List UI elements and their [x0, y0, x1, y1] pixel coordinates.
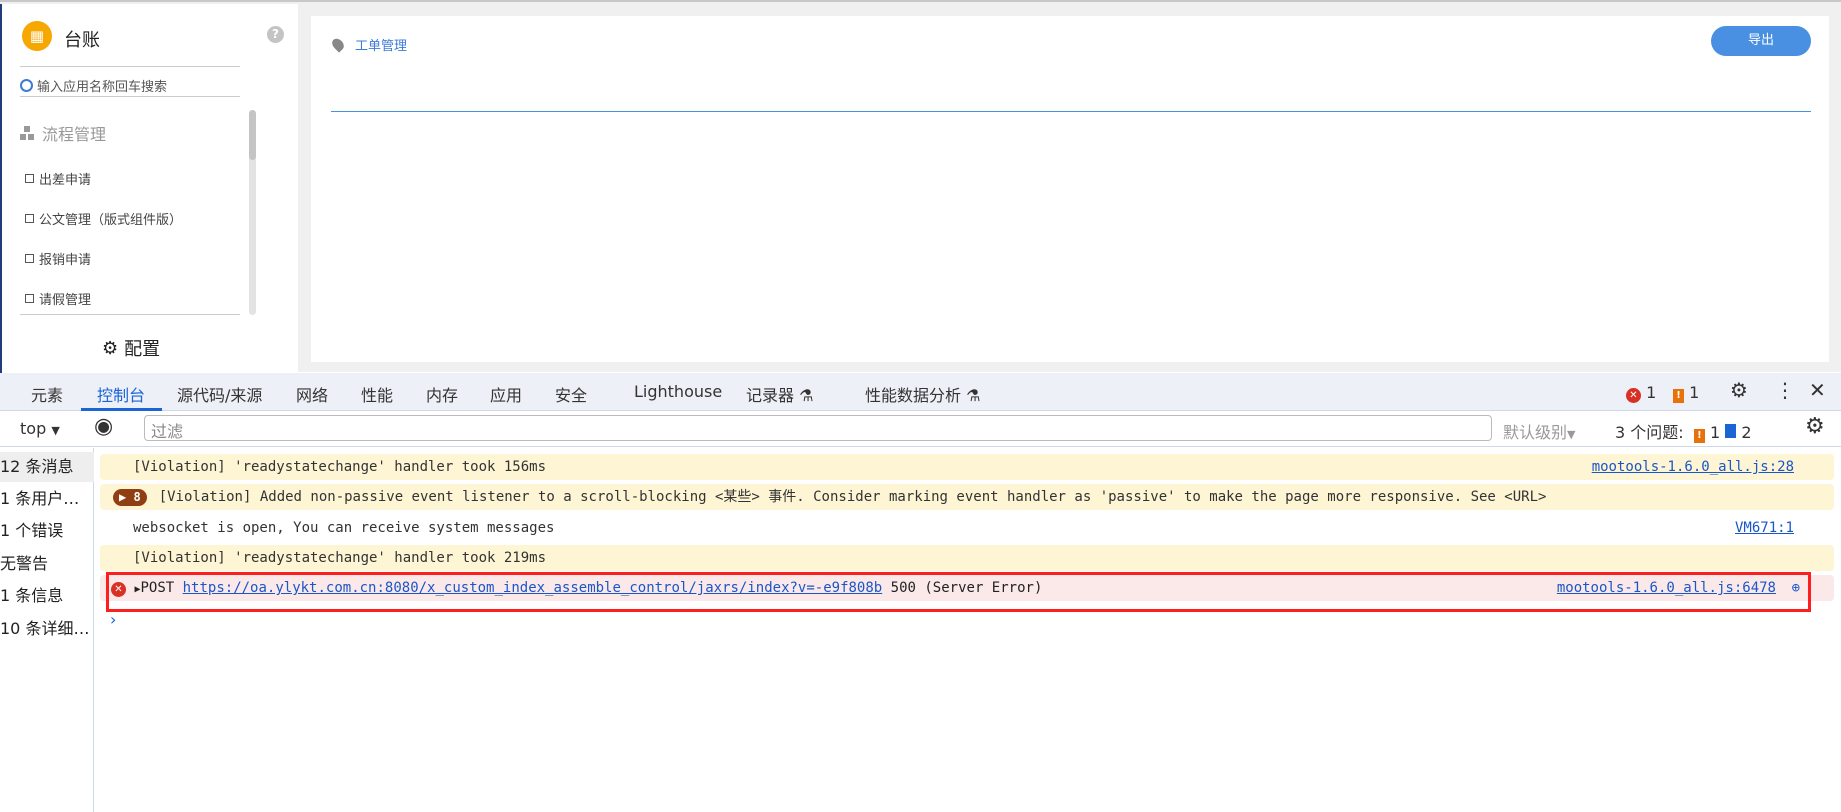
sidebar-user-messages[interactable]: 1 条用户消息: [0, 484, 94, 514]
app-search-input[interactable]: 输入应用名称回车搜索: [20, 76, 240, 95]
item-label: 出差申请: [39, 173, 92, 188]
log-level-selector[interactable]: 默认级别▼: [1503, 419, 1575, 443]
console-message-warning: ▶ 8 [Violation] Added non-passive event l…: [100, 484, 1834, 510]
group-process-management[interactable]: 流程管理: [20, 121, 106, 145]
scrollbar-thumb[interactable]: [249, 110, 256, 160]
sidebar-warnings[interactable]: 无警告: [0, 549, 94, 579]
error-counter[interactable]: ✕ 1: [1626, 383, 1656, 403]
sidebar-verbose[interactable]: 10 条详细消息: [0, 614, 94, 644]
search-placeholder: 输入应用名称回车搜索: [37, 80, 168, 95]
log-level-label: 默认级别: [1503, 423, 1568, 442]
item-label: 报销申请: [39, 253, 92, 268]
message-text: [Violation] Added non-passive event list…: [158, 489, 1547, 505]
message-text: websocket is open, You can receive syste…: [133, 520, 555, 536]
issues-button[interactable]: 3 个问题: ! 1 2: [1615, 419, 1752, 443]
checkbox-icon: [25, 254, 34, 263]
highlight-box: [106, 572, 1811, 612]
issues-info-count: 2: [1741, 423, 1752, 442]
console-message-warning: [Violation] 'readystatechange' handler t…: [100, 545, 1834, 571]
sidebar-all-messages[interactable]: 12 条消息: [0, 452, 94, 482]
context-selector[interactable]: top ▼: [20, 419, 60, 438]
breadcrumb-item[interactable]: 工单管理: [355, 35, 407, 54]
warning-count: 1: [1689, 383, 1700, 402]
context-label: top: [20, 419, 47, 438]
sidebar-scrollbar[interactable]: [249, 110, 256, 315]
tab-recorder[interactable]: 记录器 ⚗: [746, 382, 813, 406]
breadcrumb: 工单管理: [329, 35, 407, 54]
app-item[interactable]: 报销申请: [25, 249, 91, 268]
close-icon[interactable]: ✕: [1809, 378, 1826, 402]
tab-network[interactable]: 网络: [296, 382, 328, 406]
console-message-info: websocket is open, You can receive syste…: [100, 515, 1834, 541]
error-icon: ✕: [1626, 388, 1641, 403]
info-message-icon: [1725, 424, 1737, 438]
eye-icon[interactable]: ◉: [94, 414, 113, 439]
console-prompt[interactable]: ›: [110, 610, 116, 629]
item-label: 请假管理: [39, 293, 92, 308]
divider: [20, 314, 240, 315]
divider: [331, 111, 1811, 112]
group-label: 流程管理: [42, 125, 107, 144]
checkbox-icon: [25, 174, 34, 183]
settings-gear-icon[interactable]: ⚙: [1730, 378, 1748, 402]
app-sidebar: ▦ 台账 ? 输入应用名称回车搜索 流程管理 出差申请 公文管理（版式组件版） …: [0, 4, 298, 374]
dropdown-arrow-icon: ▼: [1567, 428, 1576, 441]
source-link[interactable]: mootools-1.6.0_all.js:28: [1592, 454, 1794, 480]
tab-performance[interactable]: 性能: [361, 382, 393, 406]
filter-input[interactable]: 过滤: [144, 415, 1492, 441]
warning-icon: !: [1693, 429, 1705, 443]
message-text: [Violation] 'readystatechange' handler t…: [133, 550, 547, 566]
tab-lighthouse[interactable]: Lighthouse: [634, 382, 722, 401]
checkbox-icon: [25, 294, 34, 303]
divider: [20, 66, 240, 67]
divider: [20, 96, 240, 97]
blocks-icon: [20, 126, 34, 140]
web-page: ▦ 台账 ? 输入应用名称回车搜索 流程管理 出差申请 公文管理（版式组件版） …: [0, 0, 1841, 374]
console-toolbar: top ▼ ◉ 过滤 默认级别▼ 3 个问题: ! 1 2 ⚙: [0, 411, 1841, 447]
item-label: 公文管理（版式组件版）: [39, 213, 183, 228]
console-message-warning: [Violation] 'readystatechange' handler t…: [100, 454, 1834, 480]
tab-sources[interactable]: 源代码/来源: [177, 382, 262, 406]
app-logo-icon: ▦: [22, 21, 52, 51]
console-sidebar: 12 条消息 1 条用户消息 1 个错误 无警告 1 条信息 10 条详细消息: [0, 448, 94, 812]
tab-security[interactable]: 安全: [555, 382, 587, 406]
issues-warning-count: 1: [1709, 423, 1721, 442]
tab-console[interactable]: 控制台: [97, 382, 145, 406]
gear-icon: ⚙: [102, 337, 119, 359]
app-item[interactable]: 请假管理: [25, 289, 91, 308]
main-panel: 工单管理 导出: [311, 16, 1829, 362]
message-text: [Violation] 'readystatechange' handler t…: [133, 459, 547, 475]
source-link[interactable]: VM671:1: [1735, 515, 1794, 541]
app-item[interactable]: 公文管理（版式组件版）: [25, 209, 182, 228]
dropdown-arrow-icon: ▼: [51, 424, 60, 437]
tab-performance-insights[interactable]: 性能数据分析 ⚗: [865, 382, 980, 406]
tab-elements[interactable]: 元素: [31, 382, 63, 406]
checkbox-icon: [25, 214, 34, 223]
export-button[interactable]: 导出: [1711, 26, 1811, 56]
tab-application[interactable]: 应用: [490, 382, 522, 406]
sidebar-errors[interactable]: 1 个错误: [0, 516, 94, 546]
warning-icon: !: [1673, 389, 1684, 403]
search-icon: [20, 79, 33, 92]
warning-counter[interactable]: ! 1: [1673, 383, 1699, 403]
app-title: 台账: [64, 30, 100, 51]
question-icon[interactable]: ?: [267, 26, 284, 43]
config-label: 配置: [124, 339, 161, 360]
config-button[interactable]: ⚙ 配置: [102, 335, 160, 361]
error-count: 1: [1646, 383, 1657, 402]
location-pin-icon: [329, 36, 347, 53]
sidebar-info[interactable]: 1 条信息: [0, 581, 94, 611]
tab-memory[interactable]: 内存: [426, 382, 458, 406]
repeat-count: 8: [133, 490, 141, 504]
repeat-count-badge[interactable]: ▶ 8: [113, 489, 147, 506]
more-options-icon[interactable]: ⋮: [1775, 378, 1795, 402]
issues-label: 3 个问题:: [1615, 423, 1684, 442]
app-item[interactable]: 出差申请: [25, 169, 91, 188]
devtools-tab-bar: 元素 控制台 源代码/来源 网络 性能 内存 应用 安全 Lighthouse …: [0, 373, 1841, 411]
console-settings-gear-icon[interactable]: ⚙: [1805, 414, 1825, 439]
